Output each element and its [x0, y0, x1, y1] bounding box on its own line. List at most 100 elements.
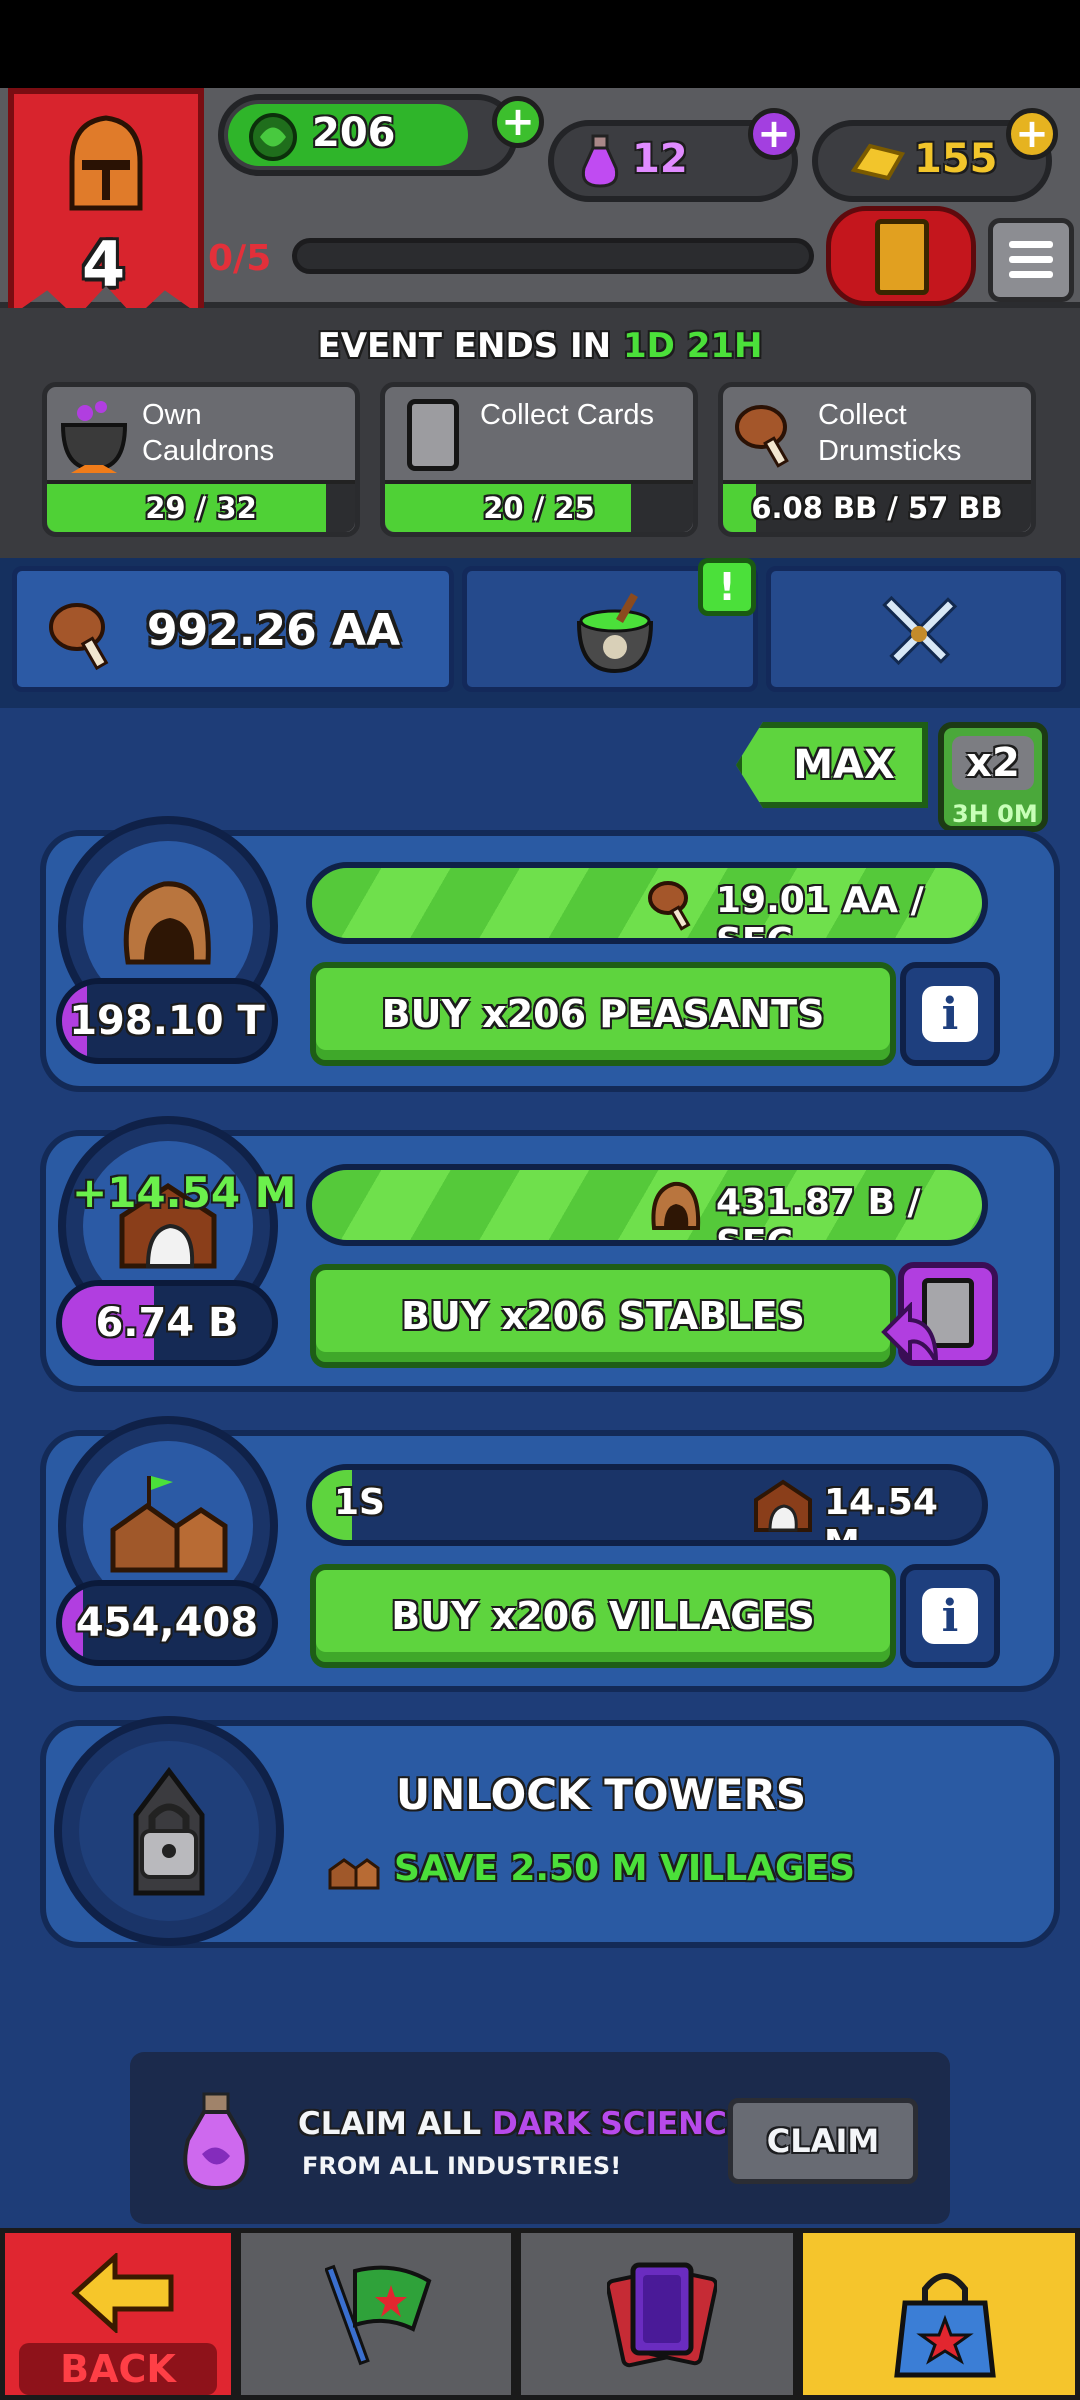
task-progress-bar: 6.08 BB / 57 BB [723, 480, 1031, 532]
timer-text: 1S [334, 1482, 385, 1523]
cash-value: 206 [312, 110, 396, 156]
price-pill: 454,408 [56, 1580, 278, 1666]
status-bar [0, 0, 1080, 88]
claim-line1-prefix: CLAIM ALL [298, 2106, 482, 2142]
boost-timer: 3H 0M [952, 800, 1038, 828]
buy-peasants-button[interactable]: BUY x206 PEASANTS [310, 962, 896, 1066]
boost-button[interactable]: x2 3H 0M [938, 722, 1048, 832]
drumstick-icon [648, 881, 691, 931]
claim-button[interactable]: CLAIM [728, 2098, 918, 2184]
claim-line1: CLAIM ALL DARK SCIENCE [298, 2106, 748, 2142]
info-icon: i [922, 1588, 978, 1644]
level-banner[interactable]: 4 [8, 88, 204, 318]
add-cash-button[interactable]: + [492, 96, 544, 148]
rate-bar: 431.87 B / SEC [306, 1164, 988, 1246]
drumstick-icon [49, 603, 109, 671]
max-label: MAX [793, 742, 895, 788]
gold-bar-icon [850, 143, 906, 181]
info-button[interactable]: i [900, 1564, 1000, 1668]
laurel-card-button[interactable] [826, 206, 976, 306]
village-icon [328, 1858, 380, 1890]
price-text: 454,408 [75, 1600, 259, 1646]
level-progress-text: 0/5 [208, 238, 272, 279]
level-progress-bar [292, 238, 814, 274]
nav-cards-button[interactable] [516, 2228, 798, 2400]
max-button[interactable]: MAX [736, 722, 928, 808]
rate-bar: 19.01 AA / SEC [306, 862, 988, 944]
price-pill: 198.10 T [56, 978, 278, 1064]
boost-label: x2 [952, 736, 1034, 790]
rate-text: 19.01 AA / SEC [716, 880, 924, 944]
price-text: 198.10 T [69, 998, 265, 1044]
event-task-cards[interactable]: Collect Cards 20 / 25 [380, 382, 698, 537]
cards-icon [607, 2262, 717, 2368]
flag-icon [325, 2264, 432, 2366]
nav-shop-button[interactable] [798, 2228, 1080, 2400]
peasant-hood-icon [651, 1181, 701, 1230]
cauldron-icon [60, 401, 128, 473]
add-dark-science-button[interactable]: + [748, 108, 800, 160]
buy-villages-button[interactable]: BUY x206 VILLAGES [310, 1564, 896, 1668]
task-label: Own [142, 399, 202, 431]
task-label: Cauldrons [142, 435, 275, 467]
tab-bar: 992.26 AA ! [0, 558, 1080, 708]
task-progress-text: 29 / 32 [145, 491, 257, 525]
event-task-drumsticks[interactable]: Collect Drumsticks 6.08 BB / 57 BB [718, 382, 1036, 537]
knight-helmet-icon [69, 115, 143, 211]
drumstick-icon [735, 405, 789, 468]
gain-text: +14.54 M [72, 1168, 297, 1217]
back-button[interactable]: BACK [0, 2228, 236, 2400]
task-progress-bar: 29 / 32 [47, 480, 355, 532]
back-arrow-icon [71, 2253, 174, 2333]
task-label: Drumsticks [818, 435, 962, 467]
stable-horse-icon [754, 1479, 812, 1532]
hamburger-menu-icon [1009, 241, 1053, 278]
task-progress-text: 20 / 25 [483, 491, 595, 525]
village-icon [110, 1476, 228, 1573]
claim-line1-highlight: DARK SCIENCE [491, 2106, 749, 2142]
locked-requirement: SAVE 2.50 M VILLAGES [394, 1848, 856, 1889]
card-upgrade-button[interactable] [880, 1262, 1000, 1372]
tab-battle[interactable] [766, 566, 1066, 692]
locked-tower-icon [133, 1766, 205, 1896]
alert-badge: ! [698, 558, 756, 616]
tab-drumsticks[interactable]: 992.26 AA [12, 566, 454, 692]
locked-icon-circle [54, 1716, 284, 1946]
event-task-cauldrons[interactable]: Own Cauldrons 29 / 32 [42, 382, 360, 537]
claim-line2: FROM ALL INDUSTRIES! [302, 2152, 622, 2180]
gold-card-icon [875, 219, 929, 295]
upgrade-arrow-icon [881, 1302, 938, 1363]
back-label: BACK [19, 2343, 217, 2395]
info-button[interactable]: i [900, 962, 1000, 1066]
card-icon [407, 399, 459, 471]
rate-bar: 1S 14.54 M [306, 1464, 988, 1546]
industries-panel [0, 558, 1080, 2230]
peasant-hood-icon [123, 881, 211, 965]
task-label: Collect [818, 399, 907, 431]
cash-icon [249, 113, 297, 161]
rate-text: 14.54 M [824, 1482, 938, 1546]
drumstick-total: 992.26 AA [147, 605, 401, 656]
price-text: 6.74 B [95, 1300, 239, 1346]
shop-bag-icon [894, 2273, 996, 2378]
event-ends-label: EVENT ENDS IN [317, 326, 612, 366]
potion-icon [581, 134, 619, 188]
nav-flag-button[interactable] [236, 2228, 516, 2400]
gold-value: 155 [914, 136, 998, 182]
buy-stables-button[interactable]: BUY x206 STABLES [310, 1264, 896, 1368]
cauldron-skull-icon [576, 593, 654, 674]
menu-button[interactable] [988, 218, 1074, 302]
price-pill: 6.74 B [56, 1280, 278, 1366]
bottom-nav: BACK [0, 2228, 1080, 2400]
task-progress-text: 6.08 BB / 57 BB [751, 491, 1003, 525]
task-label: Collect Cards [480, 399, 655, 431]
task-progress-bar: 20 / 25 [385, 480, 693, 532]
info-icon: i [922, 986, 978, 1042]
rate-text: 431.87 B / SEC [716, 1182, 921, 1246]
cash-counter[interactable]: 206 [218, 94, 518, 176]
locked-title: UNLOCK TOWERS [396, 1770, 807, 1819]
event-hours: 21H [686, 326, 763, 366]
event-timer: EVENT ENDS IN 1D 21H [0, 326, 1080, 366]
potion-icon [183, 2092, 249, 2191]
add-gold-button[interactable]: + [1006, 108, 1058, 160]
